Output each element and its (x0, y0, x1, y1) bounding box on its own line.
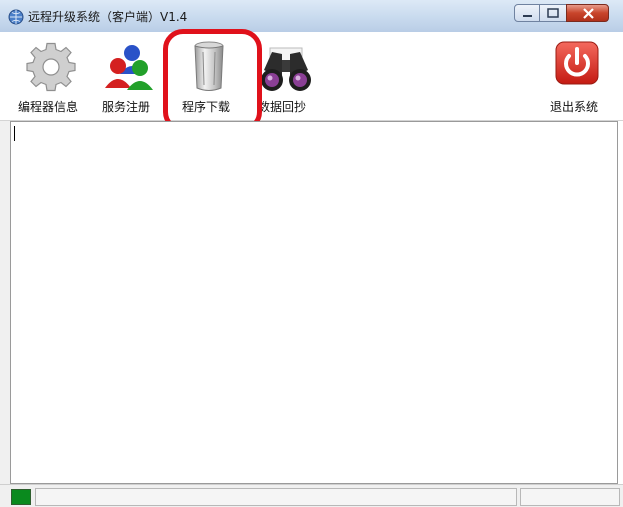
tool-label: 编程器信息 (18, 100, 79, 114)
tool-programmer-info-button[interactable]: 编程器信息 (16, 40, 88, 120)
minimize-icon (523, 15, 532, 17)
tool-label: 服务注册 (102, 100, 151, 114)
minimize-button[interactable] (514, 4, 540, 22)
binoculars-icon (261, 47, 311, 91)
close-button[interactable] (566, 4, 609, 22)
log-text-area[interactable] (10, 121, 618, 484)
trash-can-icon (194, 41, 224, 91)
app-window: 远程升级系统（客户端）V1.4 编程器信息 服务注册 程序下载 数据回抄 退出系… (0, 0, 623, 507)
tool-data-readback-button[interactable]: 数据回抄 (256, 40, 316, 120)
tool-label: 程序下载 (182, 100, 231, 114)
power-icon (555, 41, 599, 85)
left-frame (0, 121, 10, 506)
status-pane-main (35, 488, 517, 506)
tool-exit-button[interactable]: 退出系统 (548, 40, 608, 120)
status-indicator (11, 489, 31, 505)
status-bar (0, 484, 623, 507)
tool-service-register-button[interactable]: 服务注册 (100, 40, 160, 120)
window-title: 远程升级系统（客户端）V1.4 (28, 10, 188, 24)
status-pane-secondary (520, 488, 620, 506)
close-icon (583, 8, 594, 19)
text-caret (14, 126, 15, 141)
maximize-icon (547, 8, 559, 18)
tool-program-download-button[interactable]: 程序下载 (178, 40, 240, 120)
users-icon (105, 45, 153, 90)
maximize-button[interactable] (540, 4, 566, 22)
tool-label: 数据回抄 (258, 100, 307, 114)
title-bar[interactable]: 远程升级系统（客户端）V1.4 (0, 0, 623, 32)
app-globe-icon (8, 9, 24, 25)
tool-label: 退出系统 (550, 100, 599, 114)
gear-icon (26, 42, 76, 92)
